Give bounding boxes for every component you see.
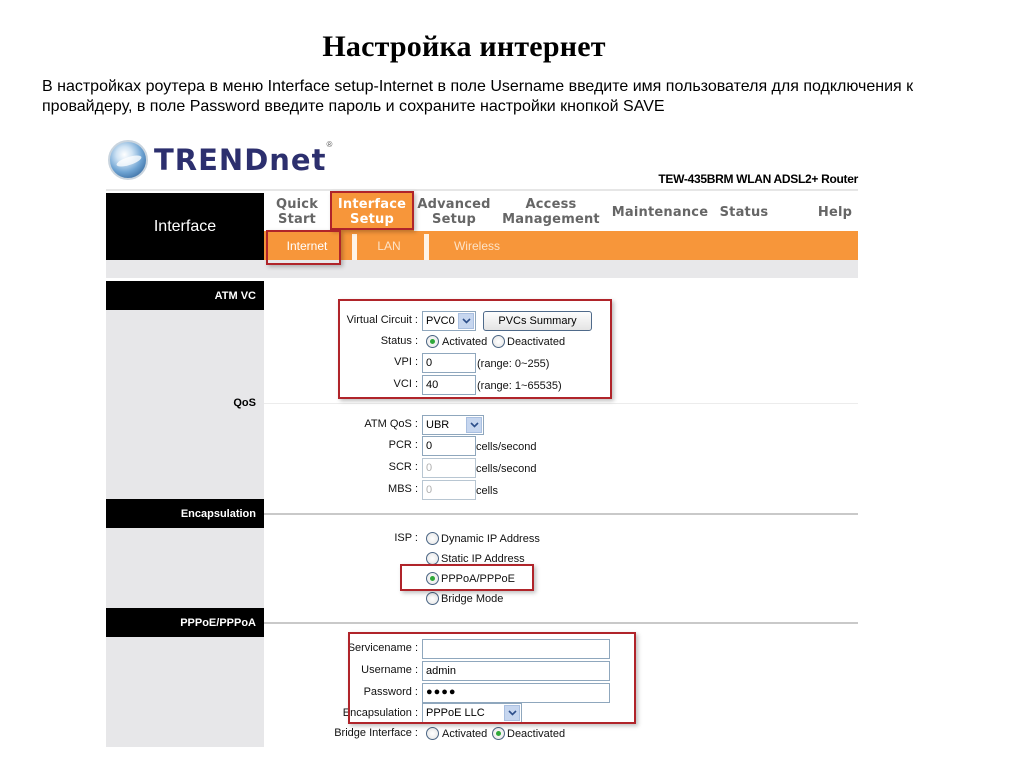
nav-access-management[interactable]: Access Management <box>494 193 608 231</box>
nav-label: Access Management <box>502 197 600 227</box>
subnav-separator <box>424 234 429 260</box>
password-label: Password : <box>363 686 418 698</box>
chevron-down-icon <box>458 313 474 329</box>
vci-label: VCI : <box>393 378 418 390</box>
isp-static-ip-radio[interactable] <box>426 552 439 565</box>
isp-bridge-mode-radio[interactable] <box>426 592 439 605</box>
trendnet-logo: TRENDnet ® <box>108 138 332 182</box>
section-title: Interface <box>106 193 264 260</box>
servicename-label: Servicename : <box>347 642 418 654</box>
nav-spacer <box>106 260 858 278</box>
chevron-down-icon <box>504 705 520 721</box>
sidebar-atm-vc: ATM VC <box>106 281 264 310</box>
password-input[interactable]: ●●●● <box>422 683 610 703</box>
model-name: TEW-435BRM WLAN ADSL2+ Router <box>658 172 858 186</box>
virtual-circuit-value: PVC0 <box>426 315 455 327</box>
sidebar-qos: QoS <box>233 397 256 409</box>
nav-advanced-setup[interactable]: Advanced Setup <box>414 193 494 231</box>
isp-pppoa-pppoe-radio[interactable] <box>426 572 439 585</box>
nav-label: Help <box>817 204 853 220</box>
brand-name: TRENDnet <box>154 143 327 177</box>
bridge-deactivated-radio[interactable] <box>492 727 505 740</box>
username-label: Username : <box>361 664 418 676</box>
bridge-activated-radio[interactable] <box>426 727 439 740</box>
encapsulation-label: Encapsulation : <box>342 707 418 719</box>
isp-dynamic-ip-radio[interactable] <box>426 532 439 545</box>
main-nav: Quick Start Interface Setup Advanced Set… <box>264 193 858 231</box>
pvcs-summary-button[interactable]: PVCs Summary <box>483 311 592 331</box>
slide-title: Настройка интернет <box>322 30 606 63</box>
sidebar: ATM VC QoS Encapsulation PPPoE/PPPoA <box>106 281 264 747</box>
scr-unit: cells/second <box>476 463 537 475</box>
atm-qos-select[interactable]: UBR <box>422 415 484 435</box>
bridge-deactivated-label: Deactivated <box>507 728 566 740</box>
nav-label: Status <box>719 204 769 220</box>
divider-encapsulation <box>264 513 858 515</box>
nav-quick-start[interactable]: Quick Start <box>264 193 330 231</box>
isp-label: ISP : <box>394 532 418 544</box>
status-deactivated-label: Deactivated <box>507 336 566 348</box>
pcr-label: PCR : <box>388 439 418 451</box>
nav-label: Advanced Setup <box>417 197 491 227</box>
mbs-label: MBS : <box>388 483 418 495</box>
status-activated-label: Activated <box>442 336 488 348</box>
pcr-input[interactable] <box>422 436 476 456</box>
router-screenshot: TRENDnet ® TEW-435BRM WLAN ADSL2+ Router… <box>106 135 858 747</box>
virtual-circuit-label: Virtual Circuit : <box>346 314 418 326</box>
encapsulation-value: PPPoE LLC <box>426 707 485 719</box>
pcr-unit: cells/second <box>476 441 537 453</box>
divider-qos <box>264 403 858 404</box>
isp-dynamic-ip-label: Dynamic IP Address <box>441 533 540 545</box>
slide-description: В настройках роутера в меню Interface se… <box>42 78 914 115</box>
registered-mark: ® <box>326 140 333 149</box>
virtual-circuit-select[interactable]: PVC0 <box>422 311 476 331</box>
status-deactivated-radio[interactable] <box>492 335 505 348</box>
subnav-separator <box>352 234 357 260</box>
bridge-activated-label: Activated <box>442 728 488 740</box>
isp-pppoa-pppoe-label: PPPoA/PPPoE <box>441 573 515 585</box>
sub-nav: Internet LAN Wireless <box>264 231 858 260</box>
nav-status[interactable]: Status <box>712 193 776 231</box>
nav-label: Interface Setup <box>337 197 407 227</box>
nav-maintenance[interactable]: Maintenance <box>608 193 712 231</box>
nav-interface-setup[interactable]: Interface Setup <box>330 193 414 231</box>
vpi-input[interactable] <box>422 353 476 373</box>
sidebar-encapsulation: Encapsulation <box>106 499 264 528</box>
mbs-input[interactable] <box>422 480 476 500</box>
vpi-range: (range: 0~255) <box>477 358 550 370</box>
vci-range: (range: 1~65535) <box>477 380 562 392</box>
vpi-label: VPI : <box>394 356 418 368</box>
atm-qos-value: UBR <box>426 419 450 431</box>
status-activated-radio[interactable] <box>426 335 439 348</box>
header-divider <box>106 189 858 191</box>
chevron-down-icon <box>466 417 482 433</box>
username-input[interactable] <box>422 661 610 681</box>
isp-static-ip-label: Static IP Address <box>441 553 525 565</box>
scr-label: SCR : <box>388 461 418 473</box>
subnav-lan[interactable]: LAN <box>359 231 419 260</box>
nav-label: Quick Start <box>275 197 319 227</box>
mbs-unit: cells <box>476 485 499 497</box>
sidebar-pppoe-pppoa: PPPoE/PPPoA <box>106 608 264 637</box>
subnav-internet[interactable]: Internet <box>264 231 350 260</box>
nav-help[interactable]: Help <box>798 193 872 231</box>
bridge-interface-label: Bridge Interface : <box>334 727 418 739</box>
nav-label: Maintenance <box>611 204 709 220</box>
atm-qos-label: ATM QoS : <box>364 418 418 430</box>
vci-input[interactable] <box>422 375 476 395</box>
divider-pppoe <box>264 622 858 624</box>
globe-icon <box>108 140 148 180</box>
isp-bridge-mode-label: Bridge Mode <box>441 593 504 605</box>
servicename-input[interactable] <box>422 639 610 659</box>
encapsulation-select[interactable]: PPPoE LLC <box>422 703 522 723</box>
scr-input[interactable] <box>422 458 476 478</box>
status-label: Status : <box>380 335 418 347</box>
subnav-wireless[interactable]: Wireless <box>434 231 520 260</box>
